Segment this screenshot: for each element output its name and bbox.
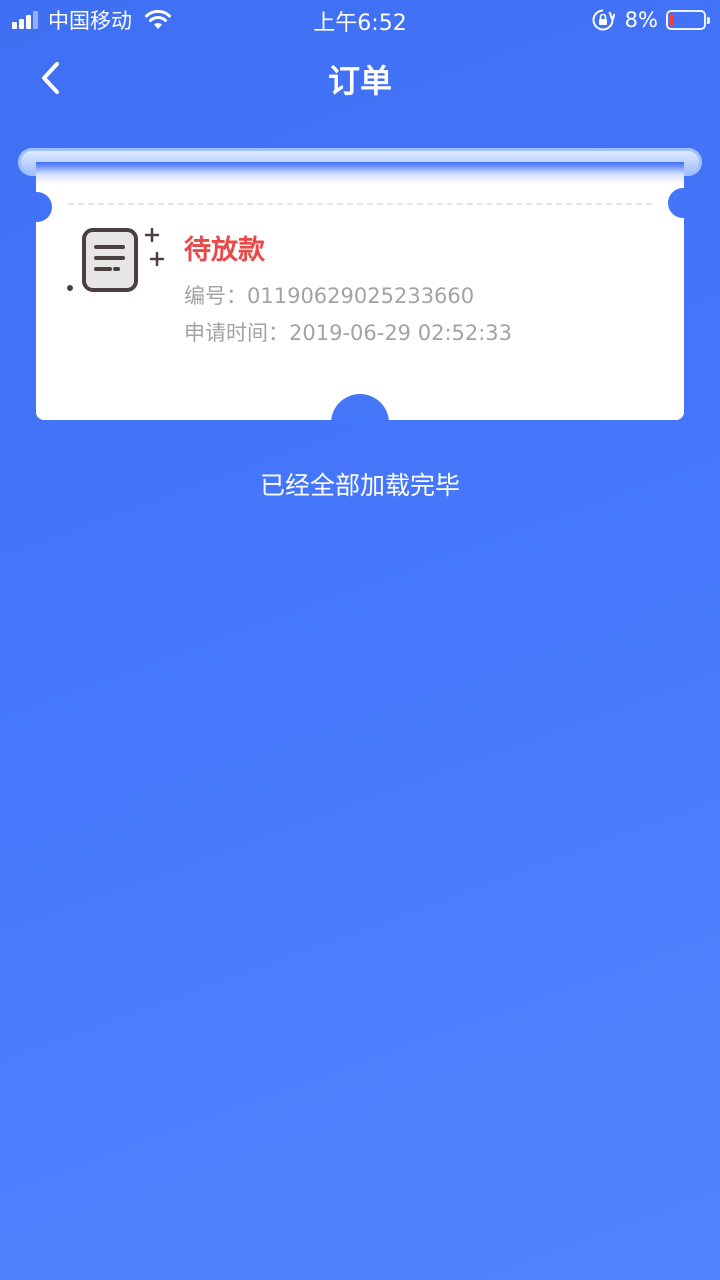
nav-bar: 订单 [0, 48, 720, 112]
order-number-row: 编号：01190629025233660 [184, 280, 474, 310]
load-complete-message: 已经全部加载完毕 [259, 471, 460, 500]
order-time-label: 申请时间： [184, 321, 289, 345]
ticket-notch-bottom [331, 394, 389, 420]
document-icon [67, 227, 165, 292]
page-title: 订单 [327, 62, 392, 100]
battery-level [670, 14, 673, 26]
status-right: 8% [591, 6, 710, 34]
battery-percent: 8% [624, 8, 658, 32]
order-number: 01190629025233660 [247, 284, 475, 308]
order-number-label: 编号： [184, 284, 247, 308]
orientation-lock-icon [592, 9, 615, 31]
ticket-shade [36, 162, 684, 184]
order-time: 2019-06-29 02:52:33 [289, 321, 513, 345]
status-bar: 中国移动 上午6:52 8% [0, 0, 720, 40]
order-time-row: 申请时间：2019-06-29 02:52:33 [184, 317, 512, 347]
battery-icon [666, 10, 710, 30]
ticket-divider [68, 203, 652, 205]
order-card[interactable]: 待放款 编号：01190629025233660 申请时间：2019-06-29… [36, 162, 684, 420]
order-status: 待放款 [184, 235, 265, 266]
ticket-notch-right [668, 188, 684, 218]
ticket-notch-left [36, 192, 52, 222]
